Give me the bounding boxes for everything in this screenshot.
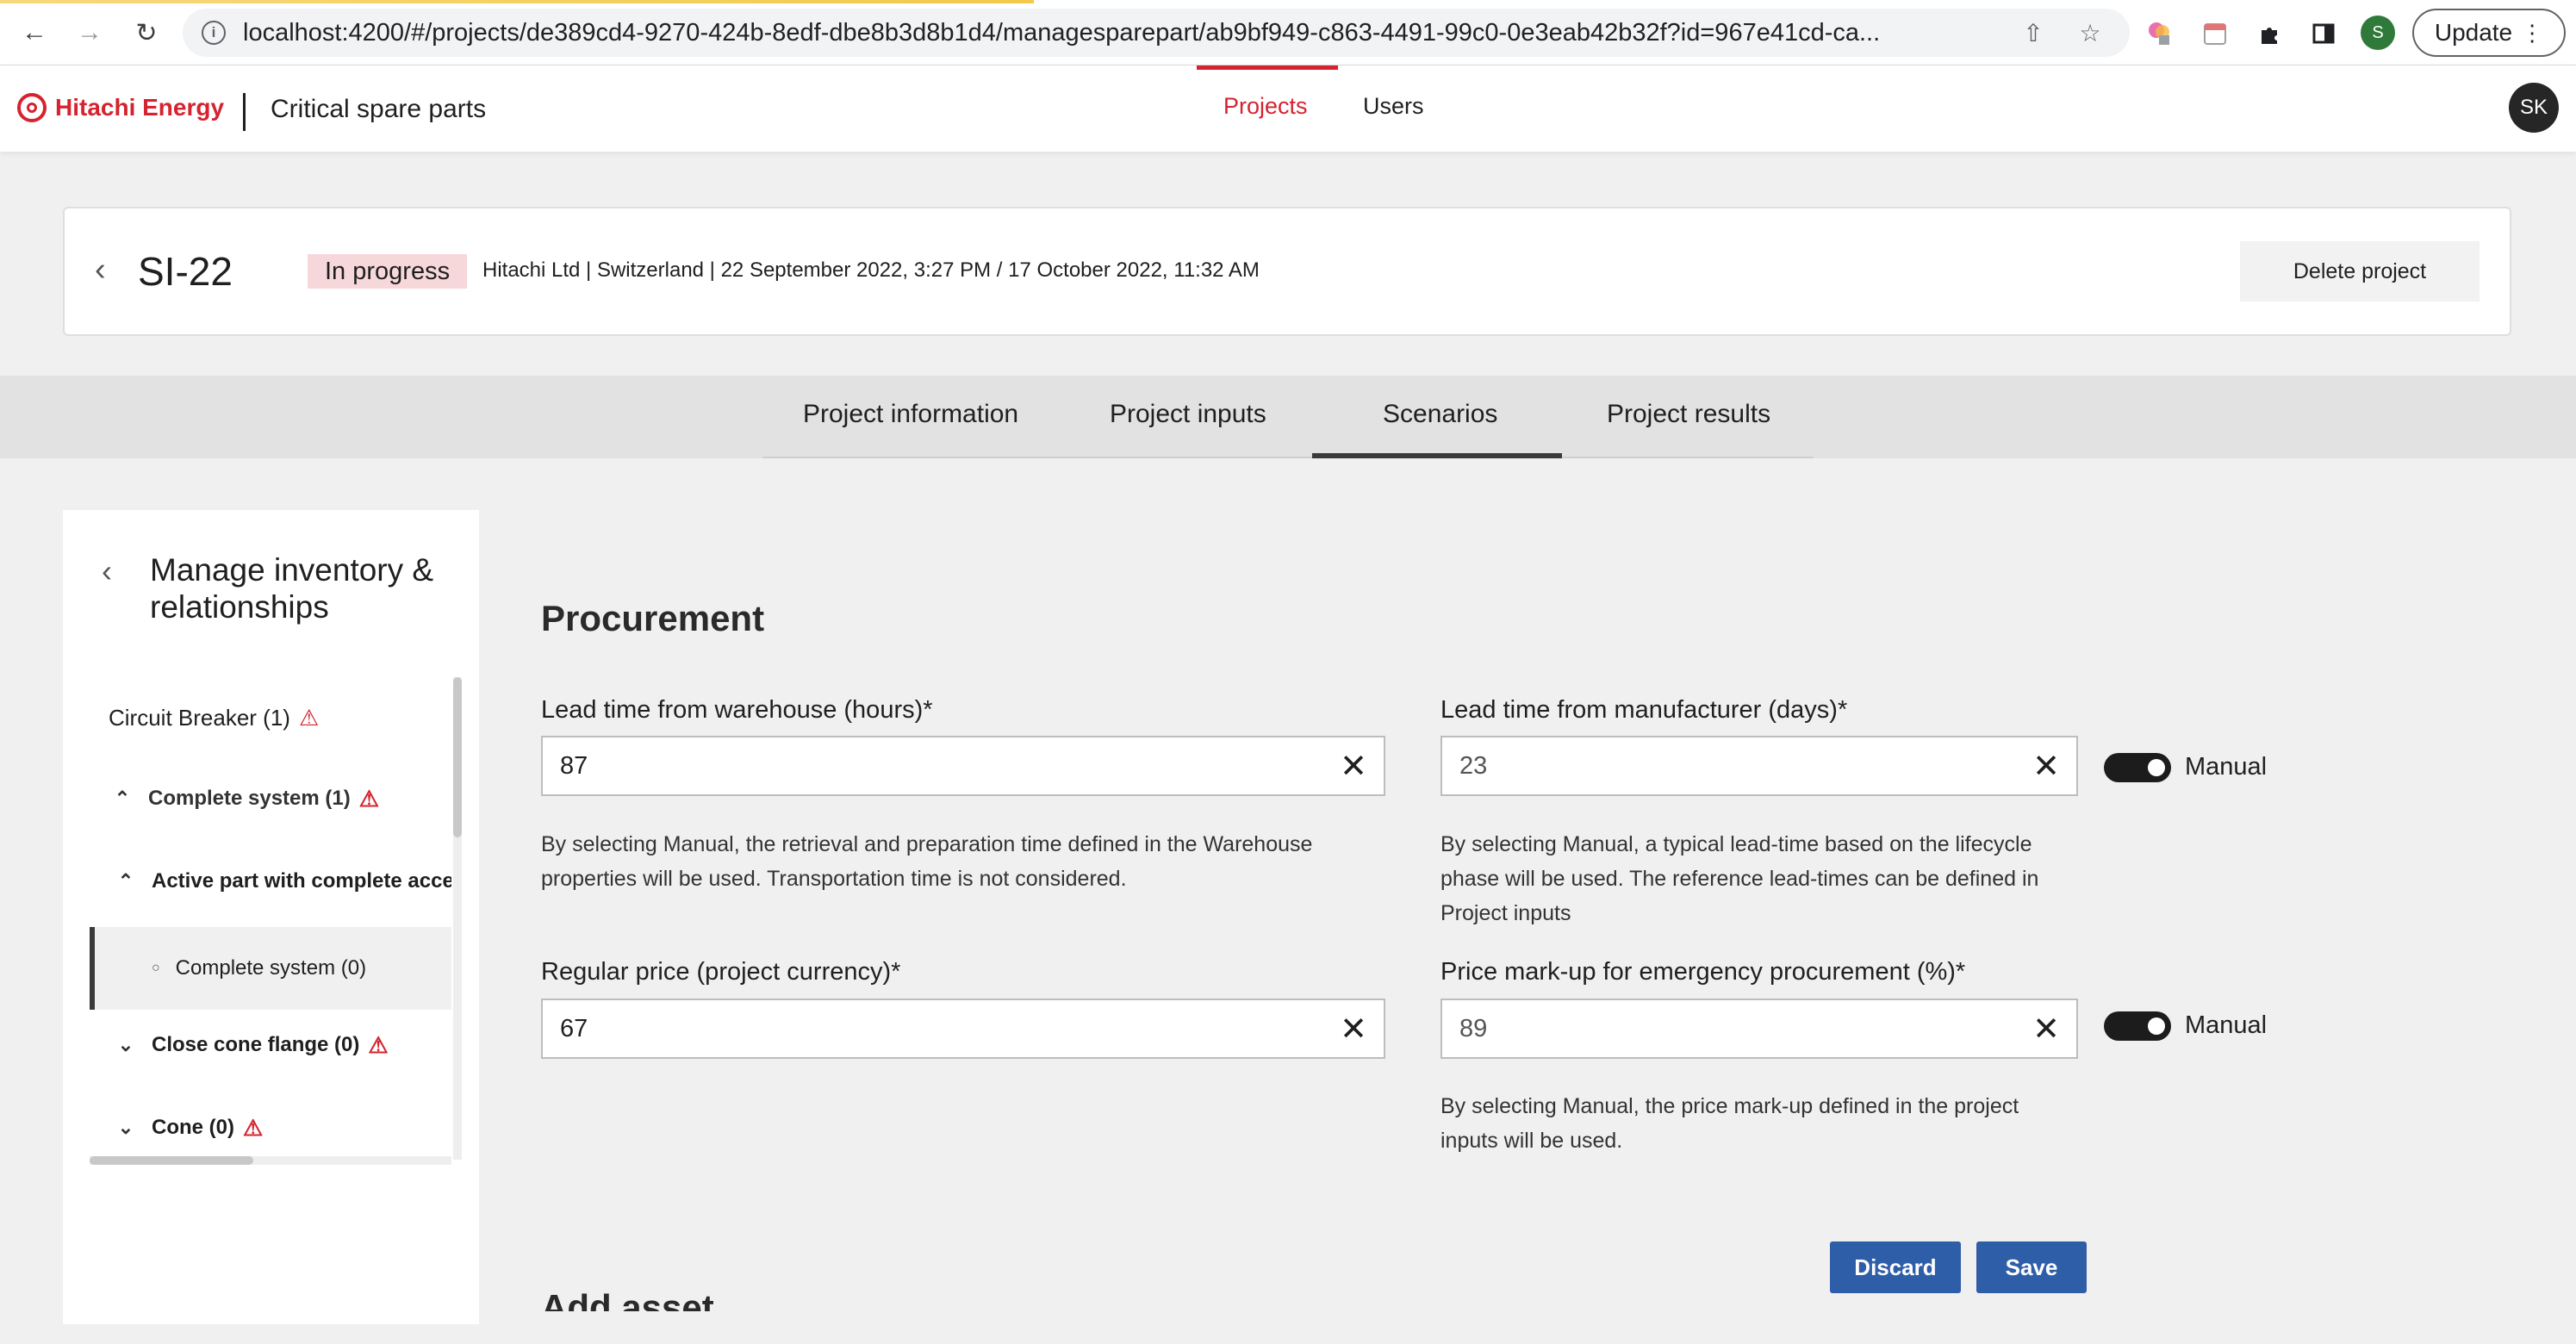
browser-tab-accent (0, 0, 1034, 3)
warning-triangle-icon: ⚠ (358, 785, 380, 812)
discard-button[interactable]: Discard (1830, 1241, 1961, 1293)
browser-update-button[interactable]: Update ⋮ (2412, 9, 2566, 57)
reload-icon[interactable]: ↻ (129, 16, 164, 50)
kebab-menu-icon: ⋮ (2521, 19, 2544, 46)
app-title: Critical spare parts (271, 95, 487, 123)
price-markup-help: By selecting Manual, the price mark-up d… (1440, 1094, 2019, 1153)
status-badge: In progress (308, 254, 468, 289)
tab-strip (0, 376, 2576, 458)
tab-project-inputs[interactable]: Project inputs (1110, 400, 1266, 429)
price-markup-toggle-label: Manual (2185, 1011, 2268, 1039)
tree-horizontal-scroll-thumb[interactable] (90, 1156, 253, 1165)
section-title-add-asset: Add asset (541, 1287, 714, 1311)
section-title-procurement: Procurement (541, 598, 765, 638)
tree-item-label: Close cone flange (0) (152, 1033, 360, 1056)
chevron-left-icon[interactable]: ‹ (102, 553, 112, 589)
star-icon[interactable]: ☆ (2075, 17, 2106, 48)
save-button[interactable]: Save (1976, 1241, 2087, 1293)
lead-warehouse-help: By selecting Manual, the retrieval and p… (541, 832, 1313, 891)
address-bar[interactable]: i localhost:4200/#/projects/de389cd4-927… (183, 9, 2130, 57)
back-arrow-icon[interactable]: ← (17, 16, 52, 50)
tree-item-label: Cone (0) (152, 1116, 234, 1139)
url-text: localhost:4200/#/projects/de389cd4-9270-… (243, 18, 1881, 47)
extension-icon[interactable] (2145, 19, 2175, 48)
nav-users[interactable]: Users (1363, 93, 1424, 120)
share-icon[interactable]: ⇧ (2018, 17, 2049, 48)
chevron-left-icon[interactable]: ‹ (95, 252, 106, 289)
close-icon[interactable]: ✕ (1323, 999, 1384, 1059)
tab-project-information[interactable]: Project information (803, 400, 1018, 429)
chevron-up-icon[interactable]: ⌃ (110, 787, 134, 810)
nav-projects[interactable]: Projects (1223, 93, 1308, 120)
project-id: SI-22 (138, 249, 233, 294)
chevron-down-icon[interactable]: ⌄ (114, 1034, 138, 1056)
tree-item[interactable]: ⌄ Cone (0) ⚠ (90, 1106, 451, 1149)
tree-vertical-scroll-thumb[interactable] (453, 677, 462, 837)
info-icon[interactable]: i (202, 21, 226, 45)
project-meta: Hitachi Ltd | Switzerland | 22 September… (482, 258, 1260, 282)
tree-item-label: Complete system (1) (148, 787, 351, 810)
tree-item[interactable]: ⌄ Close cone flange (0) ⚠ (90, 1024, 451, 1067)
tree-item-label: Active part with complete acce (152, 869, 451, 893)
tree-item[interactable]: ⌃ Active part with complete acce (90, 860, 451, 903)
inventory-tree: Circuit Breaker (1) ⚠ ⌃ Complete system … (90, 677, 451, 1160)
lead-manufacturer-toggle-label: Manual (2185, 753, 2268, 781)
tree-item-label: Complete system (0) (175, 956, 367, 980)
warning-triangle-icon: ⚠ (298, 704, 320, 731)
close-icon[interactable]: ✕ (1323, 736, 1384, 796)
active-nav-indicator (1197, 65, 1338, 70)
lead-manufacturer-help: By selecting Manual, a typical lead-time… (1440, 832, 2039, 925)
lead-manufacturer-value: 23 (1459, 751, 1488, 780)
active-tab-indicator (1312, 453, 1562, 458)
tab-underline (762, 457, 1814, 458)
lead-warehouse-label: Lead time from warehouse (hours)* (541, 696, 933, 724)
update-label: Update (2434, 19, 2513, 46)
tree-item[interactable]: Circuit Breaker (1) ⚠ (90, 698, 451, 737)
brand-logo[interactable]: Hitachi Energy (17, 93, 224, 122)
side-panel-title: Manage inventory & relationships (150, 552, 434, 625)
bullet-icon: ○ (152, 961, 160, 975)
warning-triangle-icon: ⚠ (243, 1114, 264, 1141)
lead-manufacturer-manual-toggle[interactable] (2104, 753, 2171, 782)
tree-item-selected[interactable]: ○ Complete system (0) (90, 927, 451, 1010)
regular-price-input[interactable]: 67 ✕ (541, 999, 1385, 1059)
forward-arrow-icon[interactable]: → (72, 16, 107, 50)
lead-warehouse-input[interactable]: 87 ✕ (541, 736, 1385, 796)
chevron-up-icon[interactable]: ⌃ (114, 870, 138, 893)
tab-scenarios[interactable]: Scenarios (1383, 400, 1497, 429)
regular-price-label: Regular price (project currency)* (541, 958, 901, 986)
delete-project-button[interactable]: Delete project (2240, 241, 2480, 302)
warning-triangle-icon: ⚠ (368, 1031, 389, 1058)
regular-price-value: 67 (560, 1014, 588, 1042)
brand-divider (243, 93, 246, 131)
hitachi-logo-icon (17, 93, 47, 122)
browser-profile-avatar[interactable]: S (2361, 16, 2395, 50)
brand-name: Hitachi Energy (55, 94, 225, 121)
close-icon[interactable]: ✕ (2016, 999, 2076, 1059)
price-markup-value: 89 (1459, 1014, 1488, 1042)
sidebar-icon[interactable] (2309, 19, 2338, 48)
tab-project-results[interactable]: Project results (1607, 400, 1770, 429)
lead-manufacturer-input[interactable]: 23 ✕ (1440, 736, 2078, 796)
puzzle-icon[interactable] (2256, 19, 2285, 48)
lead-warehouse-value: 87 (560, 751, 588, 780)
price-markup-manual-toggle[interactable] (2104, 1011, 2171, 1041)
chevron-down-icon[interactable]: ⌄ (114, 1117, 138, 1139)
price-markup-label: Price mark-up for emergency procurement … (1440, 958, 1966, 986)
price-markup-input[interactable]: 89 ✕ (1440, 999, 2078, 1059)
close-icon[interactable]: ✕ (2016, 736, 2076, 796)
tree-item[interactable]: ⌃ Complete system (1) ⚠ (90, 777, 451, 820)
tree-item-label: Circuit Breaker (1) (109, 704, 290, 731)
lead-manufacturer-label: Lead time from manufacturer (days)* (1440, 696, 1848, 724)
user-avatar[interactable]: SK (2509, 83, 2559, 133)
calendar-extension-icon[interactable] (2200, 19, 2230, 48)
